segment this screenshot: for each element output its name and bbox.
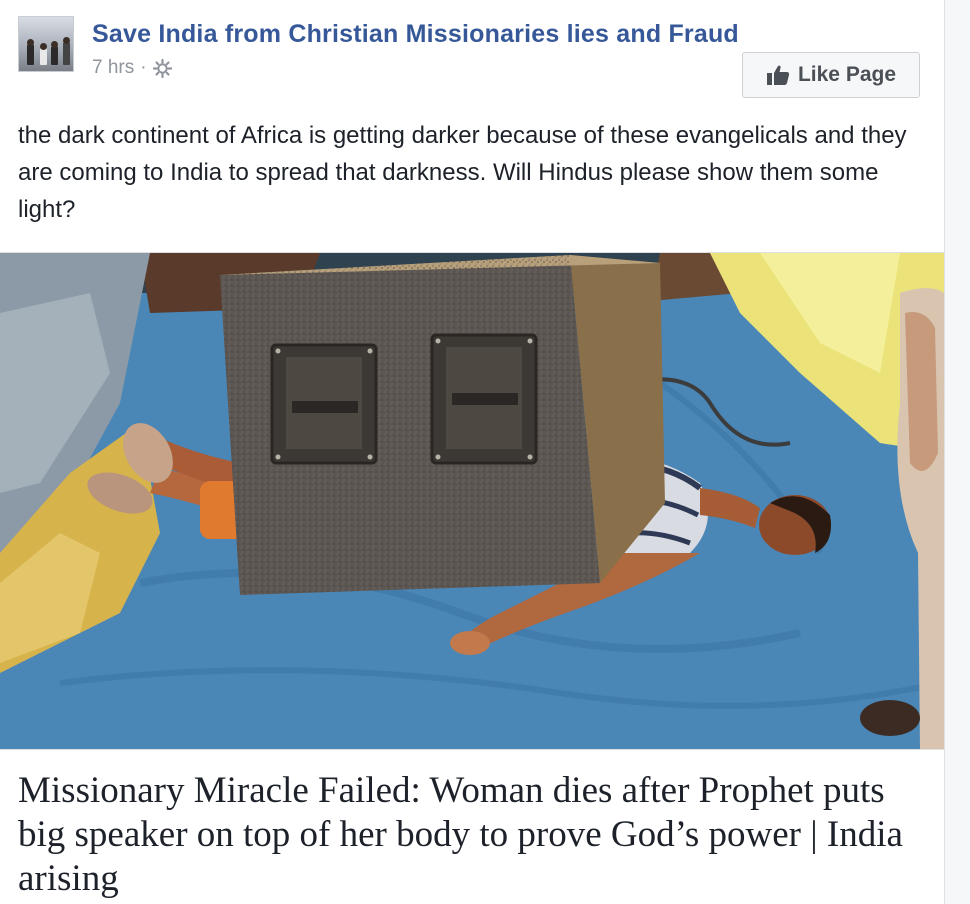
avatar-figure (63, 41, 70, 65)
avatar-figure-head (27, 39, 34, 46)
page-name-link[interactable]: Save India from Christian Missionaries l… (92, 20, 739, 49)
avatar-figure-head (40, 43, 47, 50)
link-preview-title[interactable]: Missionary Miracle Failed: Woman dies af… (18, 769, 933, 901)
avatar-figure-head (51, 41, 58, 48)
post-meta: 7 hrs · (92, 57, 172, 79)
like-page-label: Like Page (797, 63, 897, 86)
facebook-post: Save India from Christian Missionaries l… (0, 0, 945, 904)
post-timestamp[interactable]: 7 hrs (92, 57, 134, 79)
thumbs-up-icon (766, 64, 790, 86)
avatar-figure-head (63, 37, 70, 44)
public-globe-icon[interactable] (152, 58, 172, 78)
avatar-figure (51, 45, 58, 65)
avatar-figure (27, 43, 34, 65)
right-gutter (945, 0, 970, 904)
like-page-button[interactable]: Like Page (742, 52, 920, 98)
link-preview-image[interactable] (0, 252, 944, 750)
post-body-text: the dark continent of Africa is getting … (18, 122, 907, 223)
meta-separator: · (140, 57, 147, 78)
page-avatar[interactable] (18, 16, 74, 72)
